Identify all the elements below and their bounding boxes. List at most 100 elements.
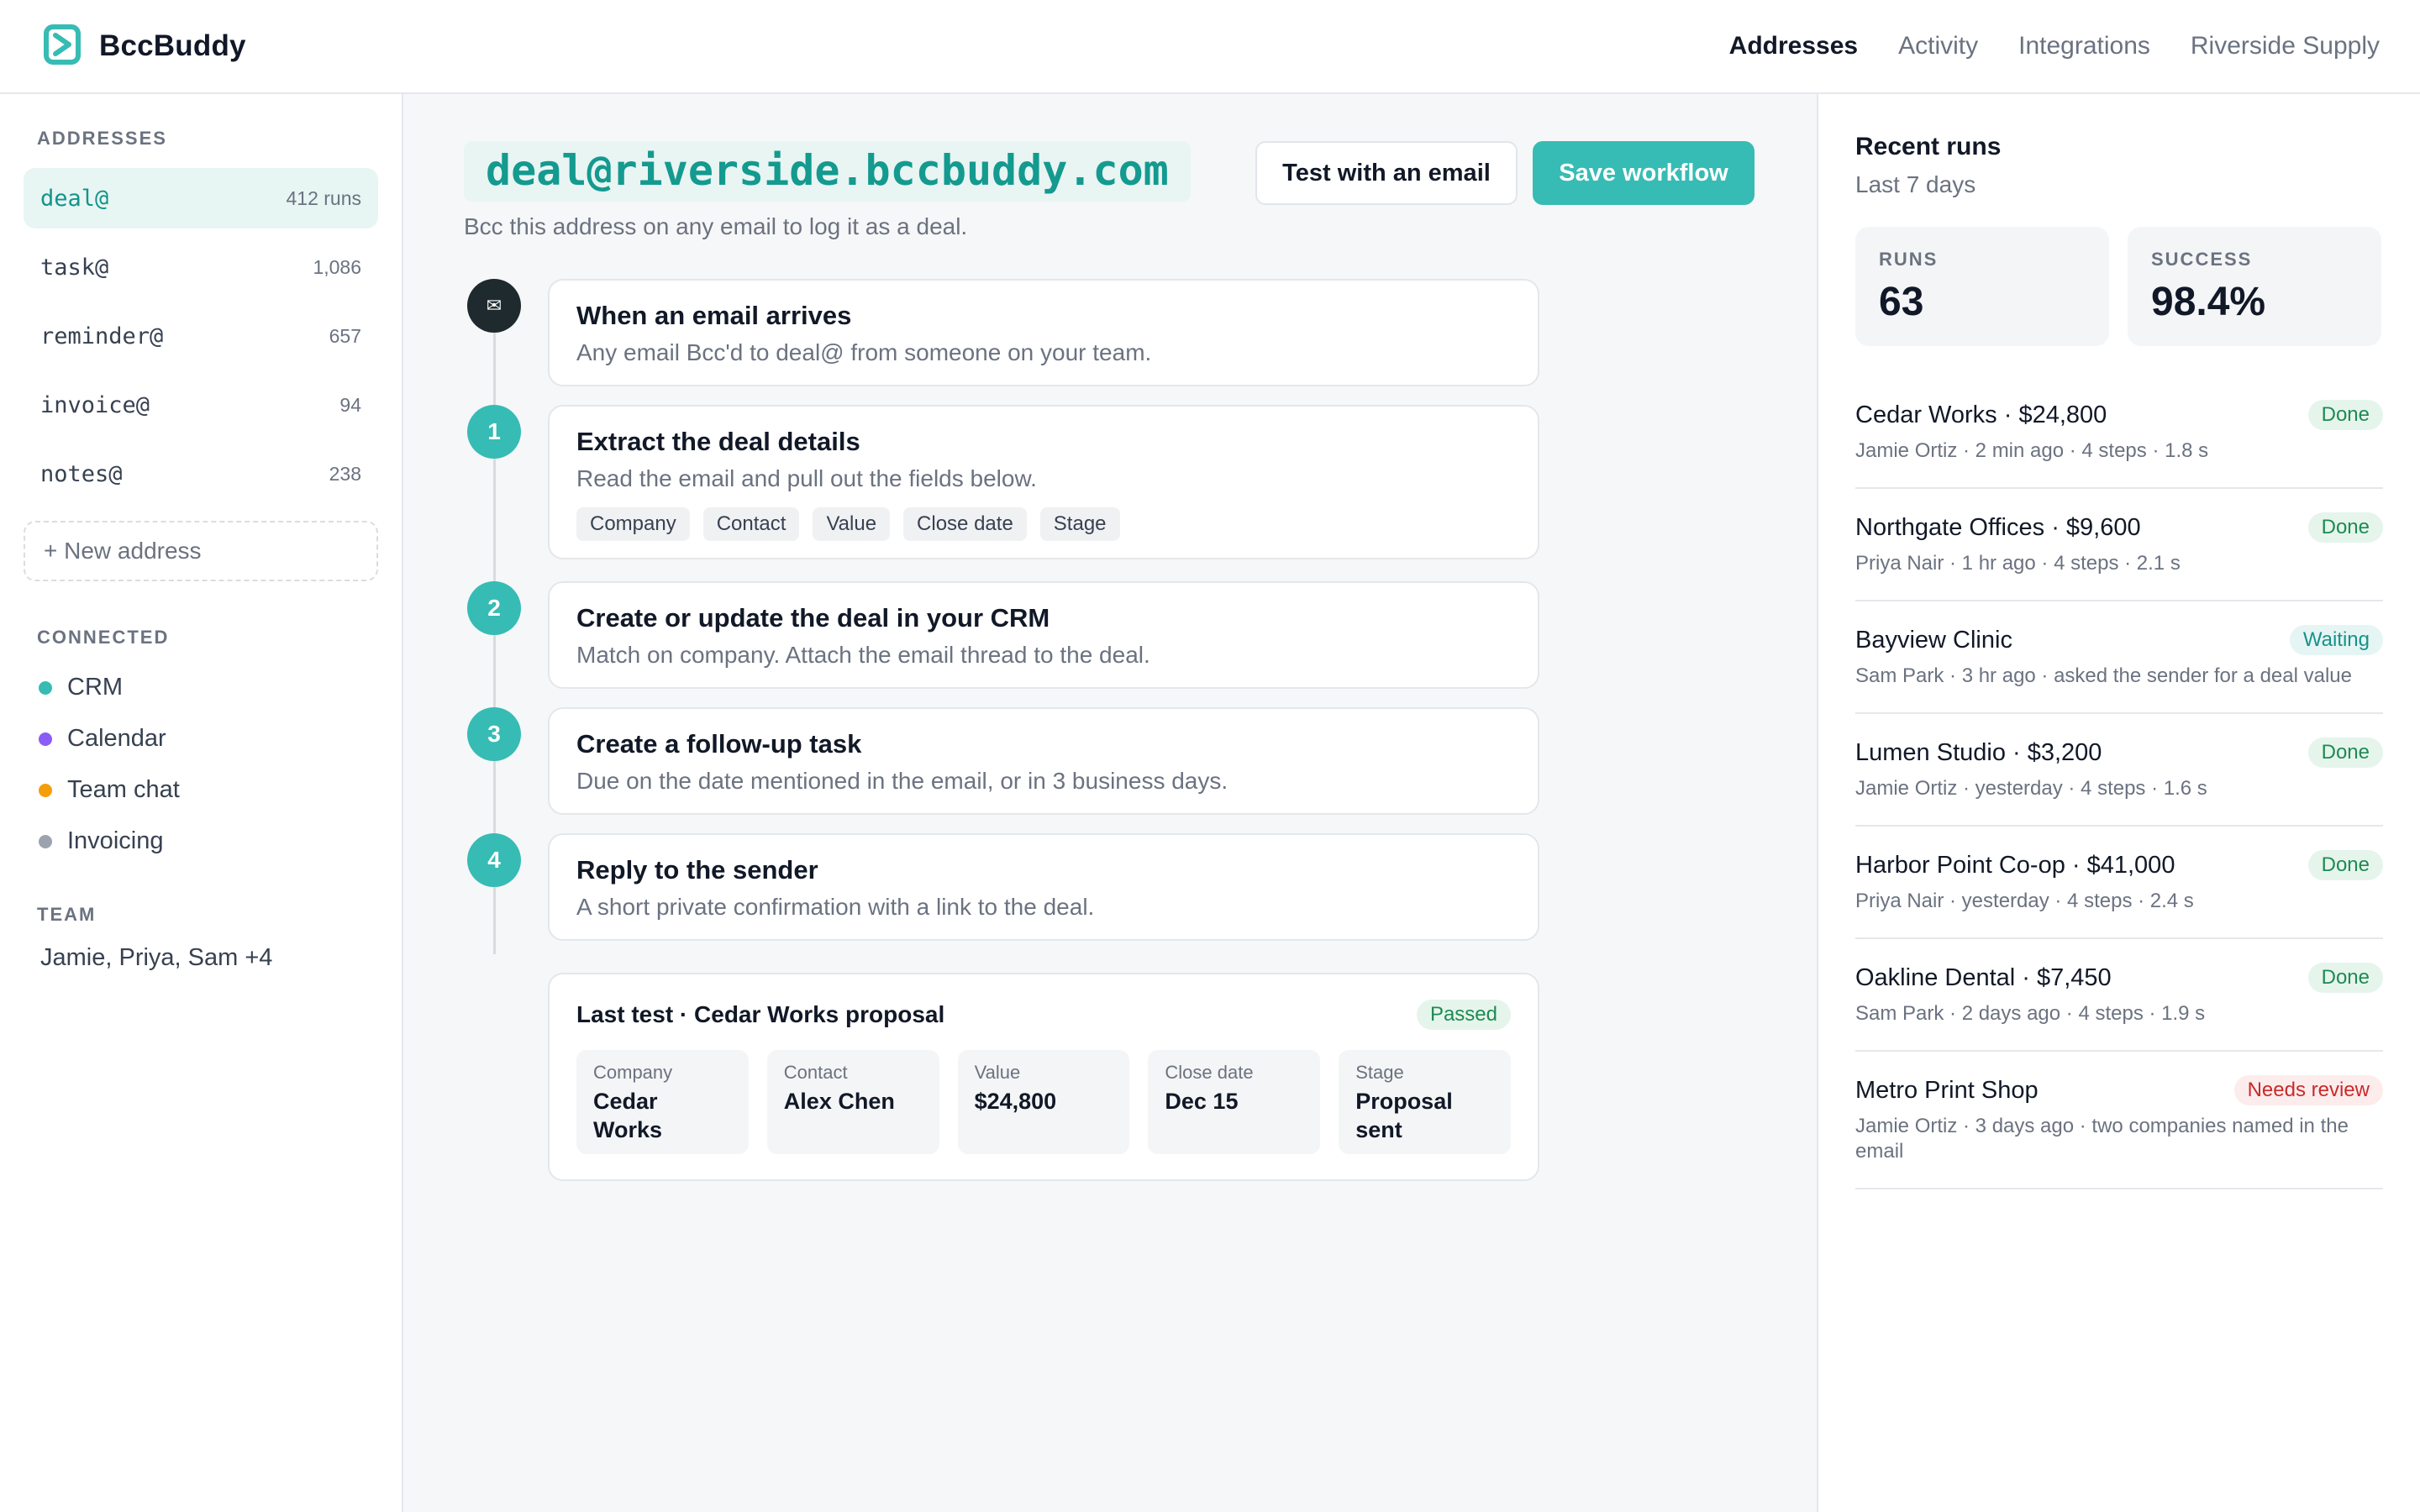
field-label: Value — [974, 1062, 1021, 1083]
nav-addresses[interactable]: Addresses — [1729, 32, 1858, 60]
field-label: Contact — [783, 1062, 848, 1083]
field-contact: Contact Alex Chen — [766, 1050, 939, 1154]
status-badge: Needs review — [2233, 1075, 2383, 1105]
run-item[interactable]: Cedar Works · $24,800 Done Jamie Ortiz ·… — [1855, 383, 2383, 489]
run-name: Bayview Clinic — [1855, 626, 2012, 654]
field-value: Proposal sent — [1355, 1089, 1453, 1142]
connected-item-calendar[interactable]: Calendar — [39, 725, 378, 753]
run-name: Harbor Point Co-op · $41,000 — [1855, 851, 2175, 879]
address-subtitle: Bcc this address on any email to log it … — [464, 213, 968, 239]
field-label: Company — [593, 1062, 673, 1083]
step-number-badge: 1 — [467, 405, 521, 459]
run-item[interactable]: Northgate Offices · $9,600 Done Priya Na… — [1855, 489, 2383, 601]
field-value-amount: Value $24,800 — [957, 1050, 1130, 1154]
field-chip[interactable]: Value — [813, 507, 891, 541]
save-workflow-button[interactable]: Save workflow — [1533, 141, 1754, 205]
step-card-reply[interactable]: Reply to the sender A short private conf… — [548, 833, 1539, 941]
status-badge: Done — [2307, 738, 2383, 768]
address-run-count: 1,086 — [313, 255, 361, 278]
address-run-count: 412 runs — [286, 186, 361, 209]
field-stage: Stage Proposal sent — [1339, 1050, 1511, 1154]
run-name: Metro Print Shop — [1855, 1076, 2039, 1104]
address-item-task[interactable]: task@ 1,086 — [24, 237, 378, 297]
run-meta: Priya Nair · 1 hr ago · 4 steps · 2.1 s — [1855, 552, 2181, 575]
connected-item-crm[interactable]: CRM — [39, 674, 378, 701]
test-with-email-button[interactable]: Test with an email — [1255, 141, 1518, 205]
run-name: Lumen Studio · $3,200 — [1855, 738, 2102, 766]
trigger-title: When an email arrives — [576, 301, 852, 330]
nav-workspace[interactable]: Riverside Supply — [2191, 32, 2380, 60]
connected-label: Team chat — [67, 776, 180, 803]
status-dot-icon — [39, 834, 52, 848]
stat-runs: RUNS 63 — [1855, 227, 2109, 346]
run-item[interactable]: Harbor Point Co-op · $41,000 Done Priya … — [1855, 827, 2383, 939]
address-name: reminder@ — [40, 323, 164, 349]
stat-success: SUCCESS 98.4% — [2128, 227, 2381, 346]
run-name: Cedar Works · $24,800 — [1855, 401, 2107, 428]
address-name: notes@ — [40, 460, 123, 487]
address-run-count: 657 — [329, 324, 361, 347]
field-chip[interactable]: Stage — [1039, 507, 1120, 541]
field-company: Company Cedar Works — [576, 1050, 749, 1154]
new-address-button[interactable]: + New address — [24, 521, 378, 581]
address-run-count: 94 — [339, 393, 361, 416]
step-title: Reply to the sender — [576, 855, 818, 885]
brand[interactable]: BccBuddy — [44, 24, 246, 69]
address-item-invoice[interactable]: invoice@ 94 — [24, 375, 378, 435]
step-card-extract[interactable]: Extract the deal details Read the email … — [548, 405, 1539, 559]
address-name: task@ — [40, 254, 109, 281]
run-meta: Sam Park · 2 days ago · 4 steps · 1.9 s — [1855, 1002, 2206, 1025]
top-bar: BccBuddy Addresses Activity Integrations… — [0, 0, 2420, 94]
connected-list: CRM Calendar Team chat Invoicing — [24, 674, 378, 855]
workflow-editor: deal@riverside.bccbuddy.com Bcc this add… — [403, 94, 1817, 1512]
status-badge: Done — [2307, 400, 2383, 430]
brand-name: BccBuddy — [99, 29, 246, 62]
address-item-deal[interactable]: deal@ 412 runs — [24, 168, 378, 228]
status-badge: Done — [2307, 963, 2383, 993]
status-badge: Done — [2307, 512, 2383, 543]
step-card-crm[interactable]: Create or update the deal in your CRM Ma… — [548, 581, 1539, 689]
run-meta: Jamie Ortiz · 2 min ago · 4 steps · 1.8 … — [1855, 439, 2209, 462]
trigger-card[interactable]: When an email arrives Any email Bcc'd to… — [548, 279, 1539, 386]
connected-label: Calendar — [67, 725, 166, 752]
step-title: Create a follow-up task — [576, 729, 862, 759]
connected-item-team-chat[interactable]: Team chat — [39, 776, 378, 804]
status-dot-icon — [39, 783, 52, 797]
run-item[interactable]: Bayview Clinic Waiting Sam Park · 3 hr a… — [1855, 601, 2383, 714]
address-item-notes[interactable]: notes@ 238 — [24, 444, 378, 504]
address-list: deal@ 412 runs task@ 1,086 reminder@ 657… — [24, 168, 378, 504]
status-badge: Done — [2307, 850, 2383, 880]
address-name: invoice@ — [40, 391, 150, 418]
run-item[interactable]: Metro Print Shop Needs review Jamie Orti… — [1855, 1052, 2383, 1189]
status-badge: Passed — [1416, 1000, 1511, 1030]
address-title[interactable]: deal@riverside.bccbuddy.com — [464, 141, 1191, 202]
connected-item-invoicing[interactable]: Invoicing — [39, 827, 378, 855]
field-chip[interactable]: Close date — [903, 507, 1027, 541]
stat-label: SUCCESS — [2151, 249, 2253, 270]
recent-runs-period: Last 7 days — [1855, 171, 1976, 197]
field-chip[interactable]: Contact — [702, 507, 800, 541]
nav-activity[interactable]: Activity — [1898, 32, 1978, 60]
recent-runs-title: Recent runs — [1855, 133, 2002, 160]
envelope-icon: ✉ — [467, 279, 521, 333]
field-close-date: Close date Dec 15 — [1148, 1050, 1321, 1154]
connected-section: CONNECTED CRM Calendar Team chat Invoici… — [24, 627, 378, 855]
step-number-badge: 2 — [467, 581, 521, 635]
status-dot-icon — [39, 680, 52, 695]
connected-label: Invoicing — [67, 827, 164, 854]
nav-integrations[interactable]: Integrations — [2018, 32, 2150, 60]
field-chip[interactable]: Company — [576, 507, 690, 541]
last-test-card: Last test · Cedar Works proposal Passed … — [548, 973, 1539, 1181]
stat-value: 63 — [1879, 280, 1924, 324]
team-members[interactable]: Jamie, Priya, Sam +4 — [24, 944, 378, 972]
connected-heading: CONNECTED — [37, 627, 170, 648]
address-item-reminder[interactable]: reminder@ 657 — [24, 306, 378, 366]
step-card-task[interactable]: Create a follow-up task Due on the date … — [548, 707, 1539, 815]
run-item[interactable]: Lumen Studio · $3,200 Done Jamie Ortiz ·… — [1855, 714, 2383, 827]
recent-runs-panel: Recent runs Last 7 days RUNS 63 SUCCESS … — [1817, 94, 2420, 1512]
field-value: Cedar Works — [593, 1089, 663, 1142]
status-dot-icon — [39, 732, 52, 746]
run-meta: Sam Park · 3 hr ago · asked the sender f… — [1855, 664, 2352, 687]
connected-label: CRM — [67, 674, 124, 701]
run-item[interactable]: Oakline Dental · $7,450 Done Sam Park · … — [1855, 939, 2383, 1052]
